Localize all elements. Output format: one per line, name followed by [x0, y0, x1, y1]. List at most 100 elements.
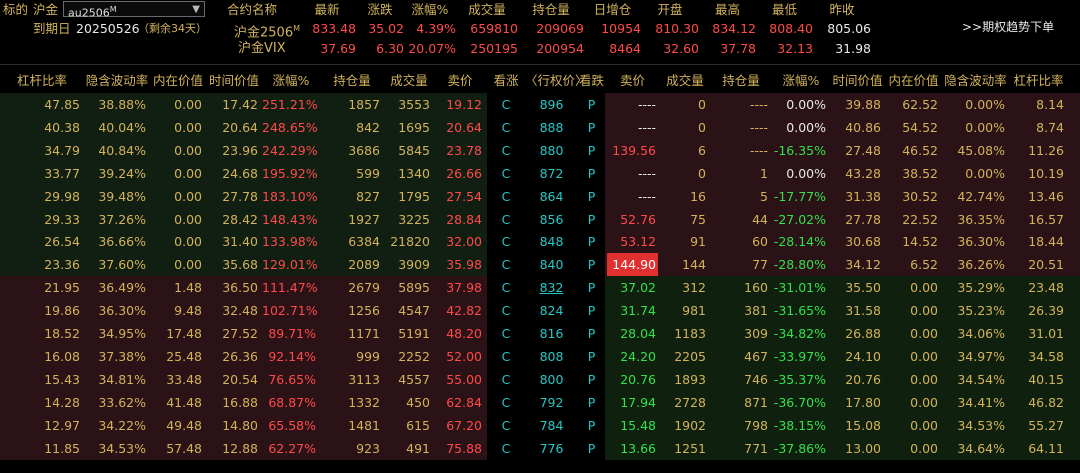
table-row[interactable]: 26.54 36.66% 0.00 31.40 133.98% 6384 21820 32.0… — [0, 230, 1080, 253]
call-button[interactable]: C — [487, 162, 525, 185]
strike-price[interactable]: 864 — [525, 185, 578, 208]
call-button[interactable]: C — [487, 185, 525, 208]
call-ask[interactable]: 62.84 — [434, 391, 482, 414]
call-button[interactable]: C — [487, 93, 525, 116]
table-row[interactable]: 19.86 36.30% 9.48 32.48 102.71% 1256 4547 42.82… — [0, 299, 1080, 322]
call-button[interactable]: C — [487, 368, 525, 391]
strike-price[interactable]: 896 — [525, 93, 578, 116]
call-ask[interactable]: 67.20 — [434, 414, 482, 437]
strike-price[interactable]: 808 — [525, 345, 578, 368]
call-ask[interactable]: 42.82 — [434, 299, 482, 322]
put-ask[interactable]: 144.90 — [607, 253, 658, 276]
strike-price[interactable]: 856 — [525, 208, 578, 231]
table-row[interactable]: 23.36 37.60% 0.00 35.68 129.01% 2089 3909 35.98… — [0, 253, 1080, 276]
table-row[interactable]: 33.77 39.24% 0.00 24.68 195.92% 599 1340 26.66 C… — [0, 162, 1080, 185]
call-button[interactable]: C — [487, 139, 525, 162]
put-button[interactable]: P — [578, 253, 605, 276]
strike-price[interactable]: 784 — [525, 414, 578, 437]
put-button[interactable]: P — [578, 322, 605, 345]
put-button[interactable]: P — [578, 139, 605, 162]
put-button[interactable]: P — [578, 414, 605, 437]
put-ask[interactable]: 37.02 — [605, 276, 656, 299]
call-button[interactable]: C — [487, 276, 525, 299]
strike-price[interactable]: 888 — [525, 116, 578, 139]
put-ask[interactable]: 17.94 — [605, 391, 656, 414]
call-ask[interactable]: 20.64 — [434, 116, 482, 139]
table-row[interactable]: 47.85 38.88% 0.00 17.42 251.21% 1857 3553 19.12… — [0, 93, 1080, 116]
call-ask[interactable]: 55.00 — [434, 368, 482, 391]
put-button[interactable]: P — [578, 391, 605, 414]
call-button[interactable]: C — [487, 116, 525, 139]
put-button[interactable]: P — [578, 93, 605, 116]
put-button[interactable]: P — [578, 368, 605, 391]
put-button[interactable]: P — [578, 185, 605, 208]
put-leverage: 13.46 — [1028, 189, 1064, 204]
put-ask[interactable]: 13.66 — [605, 437, 656, 460]
table-row[interactable]: 40.38 40.04% 0.00 20.64 248.65% 842 1695 20.64 C… — [0, 116, 1080, 139]
put-ask[interactable]: ---- — [605, 162, 656, 185]
call-ask[interactable]: 32.00 — [434, 230, 482, 253]
put-button[interactable]: P — [578, 208, 605, 231]
put-ask[interactable]: 53.12 — [605, 230, 656, 253]
strike-price[interactable]: 816 — [525, 322, 578, 345]
put-button[interactable]: P — [578, 230, 605, 253]
call-button[interactable]: C — [487, 322, 525, 345]
put-ask[interactable]: 20.76 — [605, 368, 656, 391]
table-row[interactable]: 29.33 37.26% 0.00 28.42 148.43% 1927 3225 28.84… — [0, 208, 1080, 231]
call-ask[interactable]: 75.88 — [434, 437, 482, 460]
table-row[interactable]: 18.52 34.95% 17.48 27.52 89.71% 1171 5191 48.20… — [0, 322, 1080, 345]
call-ask[interactable]: 37.98 — [434, 276, 482, 299]
strike-price[interactable]: 800 — [525, 368, 578, 391]
table-row[interactable]: 29.98 39.48% 0.00 27.78 183.10% 827 1795 27.54 C… — [0, 185, 1080, 208]
table-row[interactable]: 12.97 34.22% 49.48 14.80 65.58% 1481 615 67.20 C… — [0, 414, 1080, 437]
call-button[interactable]: C — [487, 414, 525, 437]
put-button[interactable]: P — [578, 162, 605, 185]
strike-price[interactable]: 832 — [525, 276, 578, 299]
call-ask[interactable]: 23.78 — [434, 139, 482, 162]
contract-selector[interactable]: au2506M ▼ — [63, 1, 205, 20]
strike-price[interactable]: 848 — [525, 230, 578, 253]
trend-order-button[interactable]: >>期权趋势下单 — [962, 17, 1054, 37]
call-button[interactable]: C — [487, 391, 525, 414]
call-ask[interactable]: 19.12 — [434, 93, 482, 116]
put-ask[interactable]: 24.20 — [605, 345, 656, 368]
strike-price[interactable]: 776 — [525, 437, 578, 460]
put-ask[interactable]: ---- — [605, 185, 656, 208]
call-ask[interactable]: 35.98 — [434, 253, 482, 276]
call-ask[interactable]: 48.20 — [434, 322, 482, 345]
put-button[interactable]: P — [578, 276, 605, 299]
table-row[interactable]: 15.43 34.81% 33.48 20.54 76.65% 3113 4557 55.00… — [0, 368, 1080, 391]
put-ask[interactable]: 31.74 — [605, 299, 656, 322]
call-button[interactable]: C — [487, 299, 525, 322]
call-button[interactable]: C — [487, 437, 525, 460]
put-iv: 45.08% — [957, 143, 1005, 158]
put-button[interactable]: P — [578, 299, 605, 322]
table-row[interactable]: 14.28 33.62% 41.48 16.88 68.87% 1332 450 62.84 C… — [0, 391, 1080, 414]
strike-price[interactable]: 872 — [525, 162, 578, 185]
put-button[interactable]: P — [578, 116, 605, 139]
put-ask[interactable]: ---- — [605, 93, 656, 116]
call-ask[interactable]: 52.00 — [434, 345, 482, 368]
put-ask[interactable]: 139.56 — [605, 139, 656, 162]
call-ask[interactable]: 27.54 — [434, 185, 482, 208]
table-row[interactable]: 11.85 34.53% 57.48 12.88 62.27% 923 491 75.88 C 7… — [0, 437, 1080, 460]
strike-price[interactable]: 880 — [525, 139, 578, 162]
strike-price[interactable]: 792 — [525, 391, 578, 414]
table-row[interactable]: 16.08 37.38% 25.48 26.36 92.14% 999 2252 52.00 C… — [0, 345, 1080, 368]
call-button[interactable]: C — [487, 208, 525, 231]
call-ask[interactable]: 26.66 — [434, 162, 482, 185]
put-button[interactable]: P — [578, 437, 605, 460]
call-ask[interactable]: 28.84 — [434, 208, 482, 231]
table-row[interactable]: 34.79 40.84% 0.00 23.96 242.29% 3686 5845 23.78… — [0, 139, 1080, 162]
put-button[interactable]: P — [578, 345, 605, 368]
strike-price[interactable]: 840 — [525, 253, 578, 276]
put-ask[interactable]: 52.76 — [605, 208, 656, 231]
call-button[interactable]: C — [487, 230, 525, 253]
strike-price[interactable]: 824 — [525, 299, 578, 322]
call-button[interactable]: C — [487, 345, 525, 368]
put-ask[interactable]: 15.48 — [605, 414, 656, 437]
put-ask[interactable]: ---- — [605, 116, 656, 139]
table-row[interactable]: 21.95 36.49% 1.48 36.50 111.47% 2679 5895 37.98… — [0, 276, 1080, 299]
put-ask[interactable]: 28.04 — [605, 322, 656, 345]
call-button[interactable]: C — [487, 253, 525, 276]
